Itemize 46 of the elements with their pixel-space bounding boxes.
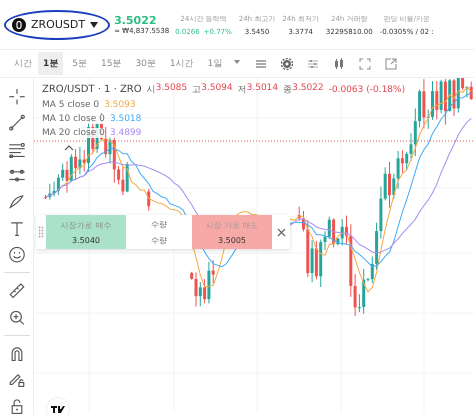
candles-icon[interactable] [333, 58, 346, 70]
symbol-name: ZROUSDT [31, 18, 86, 31]
sliders-icon[interactable] [307, 58, 320, 70]
candlestick [147, 188, 150, 212]
caret-icon [90, 22, 98, 28]
pencil-lock-icon[interactable] [8, 371, 26, 389]
interval-tab[interactable]: 5분 [67, 52, 92, 75]
interval-tab[interactable]: 15분 [96, 52, 126, 75]
indicator-label: MA 10 close 0 [42, 114, 105, 124]
interval-tab[interactable]: 1일 [202, 52, 228, 75]
ohlc-label: 시 [146, 83, 156, 96]
crosshair-icon[interactable] [8, 88, 26, 106]
interval-tab[interactable]: 30분 [130, 52, 161, 75]
quantity-label: 수량 [151, 218, 167, 230]
symbol-selector[interactable]: ZROUSDT [4, 10, 110, 40]
coin-icon [12, 18, 26, 32]
brush-icon[interactable] [8, 193, 26, 211]
collapse-icon[interactable] [64, 144, 74, 151]
smiley-icon[interactable] [8, 246, 26, 264]
ruler-icon[interactable] [8, 282, 26, 300]
last-price: 3.5022 [114, 14, 158, 27]
buy-button[interactable]: 시장가로 매수 3.5040 [46, 215, 126, 249]
drag-handle-icon[interactable] [38, 226, 44, 238]
indicator-value: 3.5093 [104, 100, 136, 110]
interval-label: 시간 [14, 58, 32, 70]
ohlc-label: 종 [283, 83, 292, 96]
chart-title: ZRO/USDT · 1 · ZRO [42, 84, 142, 95]
indicator-label: MA 20 close 0 [42, 128, 105, 138]
interval-tab[interactable]: 1시간 [164, 52, 199, 75]
settings-icon[interactable] [281, 58, 294, 70]
indicator-label: MA 5 close 0 [42, 100, 100, 110]
price-change: -0.0063 (-0.18%) [328, 84, 406, 94]
close-icon[interactable] [276, 228, 286, 236]
menu-icon[interactable] [255, 58, 268, 70]
interval-tab[interactable]: 1분 [38, 52, 64, 75]
indicator-value: 3.4899 [110, 128, 142, 138]
fibonacci-icon[interactable] [8, 140, 26, 158]
fullscreen-icon[interactable] [359, 58, 372, 70]
indicator-value: 3.5018 [110, 114, 142, 124]
ohlc-label: 저 [238, 83, 247, 96]
zoom-in-icon[interactable] [8, 308, 26, 326]
share-icon[interactable] [385, 58, 398, 70]
trend-line-icon[interactable] [8, 114, 26, 132]
sell-button[interactable]: 시장 가로 매도 3.5005 [192, 215, 272, 249]
logo-icon [46, 397, 70, 415]
quantity-label: 수량 [151, 234, 167, 246]
